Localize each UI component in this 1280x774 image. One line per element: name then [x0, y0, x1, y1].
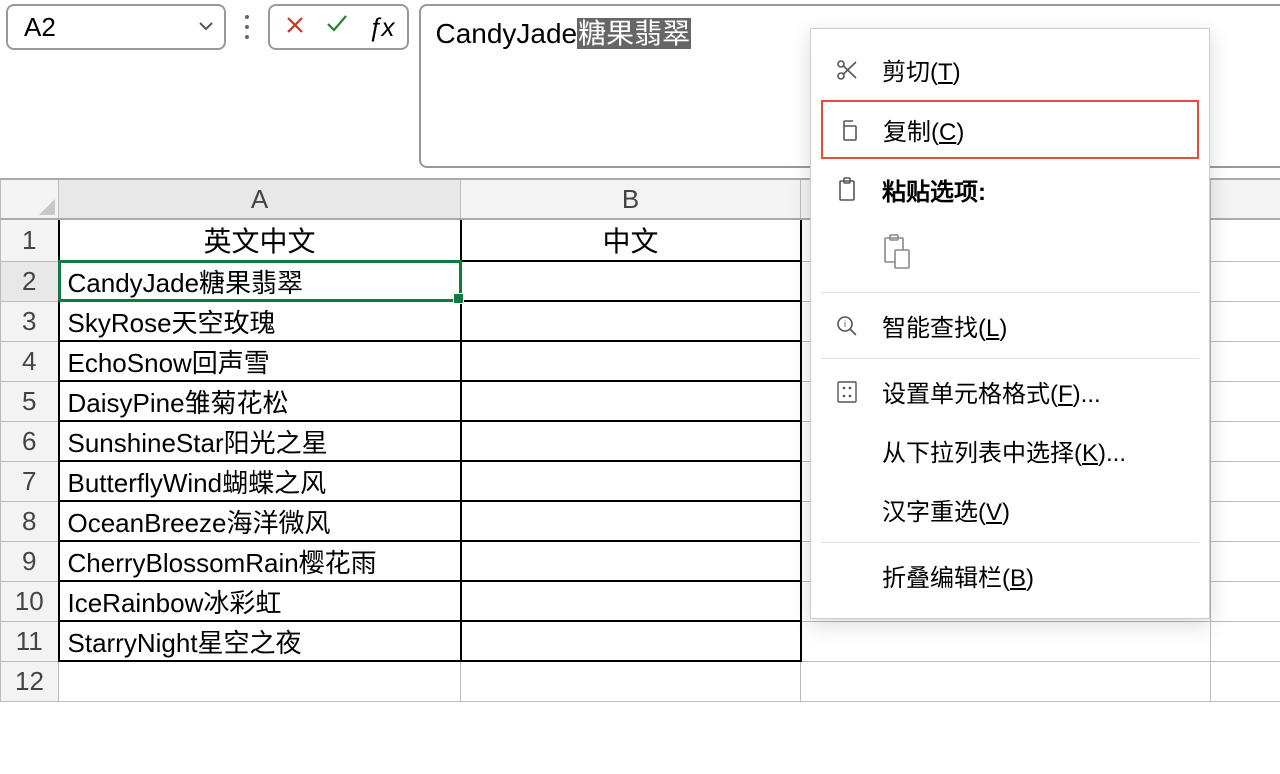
menu-paste-options-label: 粘贴选项: — [882, 172, 986, 207]
menu-separator — [821, 542, 1199, 543]
cell[interactable] — [1211, 621, 1280, 661]
paste-default-button[interactable] — [875, 226, 919, 278]
confirm-edit-button[interactable] — [324, 10, 350, 44]
scissors-icon — [830, 58, 864, 82]
cell[interactable] — [461, 581, 801, 621]
cell[interactable] — [1211, 301, 1280, 341]
menu-cut[interactable]: 剪切(T) — [821, 41, 1199, 98]
column-header-a[interactable]: A — [59, 179, 461, 219]
copy-icon — [831, 118, 865, 142]
menu-paste-options: 粘贴选项: — [821, 161, 1199, 218]
cell[interactable] — [461, 501, 801, 541]
cell[interactable] — [59, 661, 461, 701]
menu-smart-lookup[interactable]: i 智能查找(L) — [821, 297, 1199, 354]
cell[interactable]: StarryNight星空之夜 — [59, 621, 461, 661]
name-box[interactable]: A2 — [6, 4, 226, 50]
formula-text-plain: CandyJade — [435, 18, 577, 49]
row-header[interactable]: 2 — [1, 261, 59, 301]
row-header[interactable]: 7 — [1, 461, 59, 501]
cell[interactable]: EchoSnow回声雪 — [59, 341, 461, 381]
clipboard-icon — [830, 177, 864, 203]
cell[interactable]: SunshineStar阳光之星 — [59, 421, 461, 461]
column-header-d[interactable] — [1211, 179, 1280, 219]
menu-reconvert[interactable]: 汉字重选(V) — [821, 481, 1199, 538]
menu-pick-from-list[interactable]: 从下拉列表中选择(K)... — [821, 422, 1199, 479]
cell[interactable] — [461, 461, 801, 501]
row-header[interactable]: 1 — [1, 219, 59, 261]
cell[interactable]: SkyRose天空玫瑰 — [59, 301, 461, 341]
formula-text-selected: 糖果翡翠 — [577, 18, 691, 49]
cell[interactable]: IceRainbow冰彩虹 — [59, 581, 461, 621]
cell[interactable] — [1211, 461, 1280, 501]
cell[interactable] — [461, 661, 801, 701]
cell[interactable] — [1211, 219, 1280, 261]
cell[interactable] — [1211, 661, 1280, 701]
menu-format-cells-label: 设置单元格格式(F)... — [882, 374, 1101, 409]
cell[interactable]: CherryBlossomRain樱花雨 — [59, 541, 461, 581]
menu-reconvert-label: 汉字重选(V) — [882, 492, 1010, 527]
menu-collapse-formula-bar[interactable]: 折叠编辑栏(B) — [821, 547, 1199, 604]
search-icon: i — [830, 314, 864, 338]
cell[interactable]: CandyJade糖果翡翠 — [59, 261, 461, 301]
cancel-edit-button[interactable] — [284, 12, 306, 43]
menu-pick-from-list-label: 从下拉列表中选择(K)... — [882, 433, 1126, 468]
insert-function-button[interactable]: ƒx — [368, 12, 393, 43]
select-all-corner[interactable] — [1, 179, 59, 219]
menu-copy-label: 复制(C) — [883, 112, 964, 147]
cell[interactable] — [801, 621, 1211, 661]
cell[interactable]: ButterflyWind蝴蝶之风 — [59, 461, 461, 501]
format-cells-icon — [830, 380, 864, 404]
menu-format-cells[interactable]: 设置单元格格式(F)... — [821, 363, 1199, 420]
cell[interactable]: DaisyPine雏菊花松 — [59, 381, 461, 421]
cell[interactable] — [1211, 341, 1280, 381]
cell[interactable] — [461, 381, 801, 421]
resize-handle-icon[interactable] — [236, 4, 258, 50]
row-header[interactable]: 8 — [1, 501, 59, 541]
name-box-value: A2 — [24, 12, 196, 43]
menu-separator — [821, 358, 1199, 359]
menu-cut-label: 剪切(T) — [882, 52, 961, 87]
row-header[interactable]: 10 — [1, 581, 59, 621]
cell[interactable]: OceanBreeze海洋微风 — [59, 501, 461, 541]
cell[interactable] — [461, 621, 801, 661]
menu-copy[interactable]: 复制(C) — [821, 100, 1199, 159]
cell[interactable] — [1211, 501, 1280, 541]
column-header-b[interactable]: B — [461, 179, 801, 219]
cell[interactable] — [801, 661, 1211, 701]
row-header[interactable]: 6 — [1, 421, 59, 461]
cell[interactable] — [461, 261, 801, 301]
chevron-down-icon[interactable] — [196, 12, 216, 43]
svg-text:i: i — [844, 319, 846, 329]
cell[interactable] — [1211, 381, 1280, 421]
row-header[interactable]: 4 — [1, 341, 59, 381]
cell[interactable]: 英文中文 — [59, 219, 461, 261]
row-header[interactable]: 9 — [1, 541, 59, 581]
cell[interactable] — [1211, 421, 1280, 461]
cell[interactable] — [461, 421, 801, 461]
cell[interactable] — [461, 541, 801, 581]
cell[interactable] — [1211, 541, 1280, 581]
menu-collapse-formula-bar-label: 折叠编辑栏(B) — [882, 558, 1034, 593]
menu-separator — [821, 292, 1199, 293]
row-header[interactable]: 12 — [1, 661, 59, 701]
cell[interactable] — [461, 301, 801, 341]
cell[interactable] — [461, 341, 801, 381]
menu-smart-lookup-label: 智能查找(L) — [882, 308, 1007, 343]
context-menu: 剪切(T) 复制(C) 粘贴选项: — [810, 28, 1210, 619]
cell[interactable] — [1211, 261, 1280, 301]
row-header[interactable]: 11 — [1, 621, 59, 661]
row-header[interactable]: 5 — [1, 381, 59, 421]
row-header[interactable]: 3 — [1, 301, 59, 341]
cell[interactable]: 中文 — [461, 219, 801, 261]
cell[interactable] — [1211, 581, 1280, 621]
